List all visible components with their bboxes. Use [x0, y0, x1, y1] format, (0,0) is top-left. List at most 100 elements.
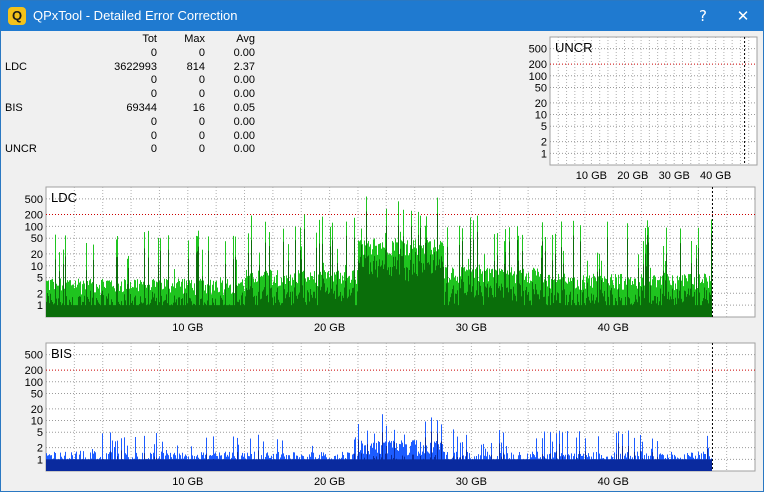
bar — [154, 293, 155, 317]
bar — [179, 459, 180, 471]
bar — [128, 267, 129, 317]
bar — [392, 267, 393, 317]
bar — [622, 305, 623, 317]
bar — [644, 298, 645, 317]
bar — [223, 459, 224, 471]
bar — [443, 459, 444, 471]
bar — [346, 235, 347, 317]
bar — [215, 459, 216, 471]
bar — [198, 459, 199, 471]
bar — [193, 303, 194, 317]
bar — [706, 459, 707, 471]
bar — [268, 459, 269, 471]
bar — [332, 240, 333, 317]
bar — [218, 459, 219, 471]
bar — [544, 457, 545, 471]
bar — [237, 301, 238, 317]
bar — [52, 302, 53, 317]
bar — [678, 298, 679, 317]
bar — [437, 433, 438, 471]
bar — [465, 292, 466, 317]
bar — [98, 302, 99, 317]
bar — [219, 459, 220, 471]
bar — [114, 305, 115, 317]
bar — [56, 298, 57, 317]
bar — [134, 459, 135, 471]
bar — [488, 459, 489, 471]
bar — [259, 264, 260, 317]
bar — [428, 459, 429, 471]
bar — [270, 459, 271, 471]
bar — [689, 295, 690, 317]
bar — [327, 287, 328, 317]
bar — [220, 295, 221, 317]
bar — [138, 305, 139, 317]
bar — [546, 459, 547, 471]
bar — [416, 459, 417, 471]
bar — [70, 302, 71, 317]
bar — [514, 293, 515, 317]
bar — [591, 293, 592, 317]
bar — [165, 459, 166, 471]
stats-row-max: 16 — [192, 101, 205, 114]
bar — [500, 459, 501, 471]
bar — [563, 459, 564, 471]
bar — [293, 303, 294, 317]
bar — [51, 300, 52, 317]
bar — [347, 459, 348, 471]
bar — [139, 459, 140, 471]
bar — [541, 459, 542, 471]
close-button[interactable]: ✕ — [723, 1, 763, 31]
bar — [434, 456, 435, 471]
bar — [540, 290, 541, 317]
stats-row-tot: 3622993 — [114, 60, 157, 73]
bar — [364, 254, 365, 317]
help-button[interactable]: ? — [683, 1, 723, 31]
bar — [193, 459, 194, 471]
bar — [512, 459, 513, 471]
bar — [292, 291, 293, 317]
bar — [125, 300, 126, 317]
bar — [362, 459, 363, 471]
bar — [536, 289, 537, 317]
bar — [567, 305, 568, 317]
title-bar[interactable]: Q QPxTool - Detailed Error Correction ? … — [1, 1, 763, 31]
x-tick-label: 30 GB — [456, 476, 487, 488]
bar — [316, 459, 317, 471]
bar — [524, 459, 525, 471]
bar — [304, 229, 305, 317]
bar — [360, 459, 361, 471]
bar — [464, 293, 465, 317]
bar — [393, 457, 394, 471]
bar — [225, 459, 226, 471]
bar — [389, 274, 390, 317]
bar — [438, 459, 439, 471]
bar — [310, 459, 311, 471]
bar — [632, 305, 633, 317]
bar — [247, 459, 248, 471]
bar — [394, 442, 395, 471]
bar — [180, 305, 181, 317]
bar — [711, 459, 712, 471]
bar — [144, 453, 145, 471]
bar — [551, 459, 552, 471]
bar — [388, 267, 389, 317]
bar — [212, 459, 213, 471]
bar — [361, 244, 362, 317]
y-tick-label: 200 — [529, 59, 547, 71]
bar — [595, 459, 596, 471]
bar — [244, 305, 245, 317]
bar — [559, 302, 560, 317]
bar — [228, 459, 229, 471]
bar — [155, 301, 156, 317]
bar — [576, 305, 577, 317]
bar — [71, 304, 72, 317]
bar — [147, 459, 148, 471]
bar — [451, 459, 452, 471]
bar — [349, 289, 350, 317]
bar — [64, 305, 65, 317]
bar — [79, 459, 80, 471]
bar — [686, 459, 687, 471]
bar — [72, 297, 73, 317]
bar — [168, 249, 169, 317]
